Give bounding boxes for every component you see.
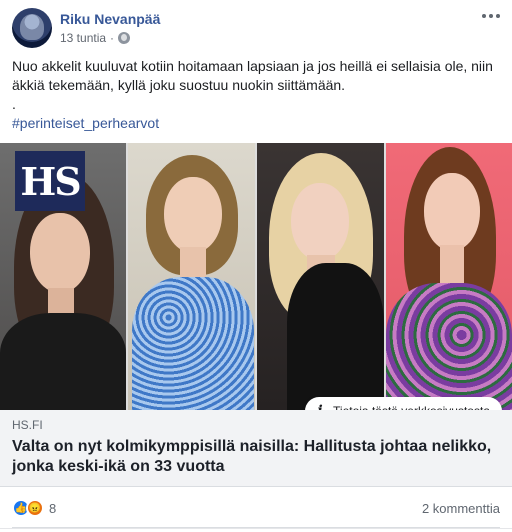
divider: [12, 527, 500, 528]
portrait-2: [128, 143, 255, 410]
reactions-summary[interactable]: 👍 😠 8: [12, 499, 56, 517]
post-body: Nuo akkelit kuuluvat kotiin hoitamaan la…: [12, 58, 493, 93]
post-timestamp[interactable]: 13 tuntia: [60, 31, 106, 45]
link-domain: HS.FI: [12, 418, 43, 432]
post-text-dot: .: [12, 96, 16, 112]
hs-logo: HS: [15, 151, 85, 211]
separator-dot: ·: [110, 31, 115, 45]
link-caption[interactable]: HS.FI Valta on nyt kolmikymppisillä nais…: [0, 410, 512, 487]
author-name[interactable]: Riku Nevanpää: [60, 11, 160, 27]
angry-reaction-icon: 😠: [26, 499, 44, 517]
globe-icon[interactable]: [118, 32, 131, 44]
avatar[interactable]: [12, 8, 52, 48]
post-footer: 👍 😠 8 2 kommenttia: [0, 489, 512, 529]
link-preview-image[interactable]: HS: [0, 143, 512, 410]
more-options-icon[interactable]: [480, 8, 502, 24]
link-headline[interactable]: Valta on nyt kolmikymppisillä naisilla: …: [12, 437, 500, 477]
post-header: Riku Nevanpää 13 tuntia ·: [0, 0, 512, 52]
portrait-3: [257, 143, 384, 410]
comments-count[interactable]: 2 kommenttia: [422, 501, 500, 516]
post-meta: 13 tuntia ·: [60, 31, 131, 45]
post-text: Nuo akkelit kuuluvat kotiin hoitamaan la…: [12, 57, 500, 133]
portrait-4: [386, 143, 512, 410]
reaction-count[interactable]: 8: [49, 501, 56, 516]
hashtag-link[interactable]: #perinteiset_perhearvot: [12, 114, 500, 133]
